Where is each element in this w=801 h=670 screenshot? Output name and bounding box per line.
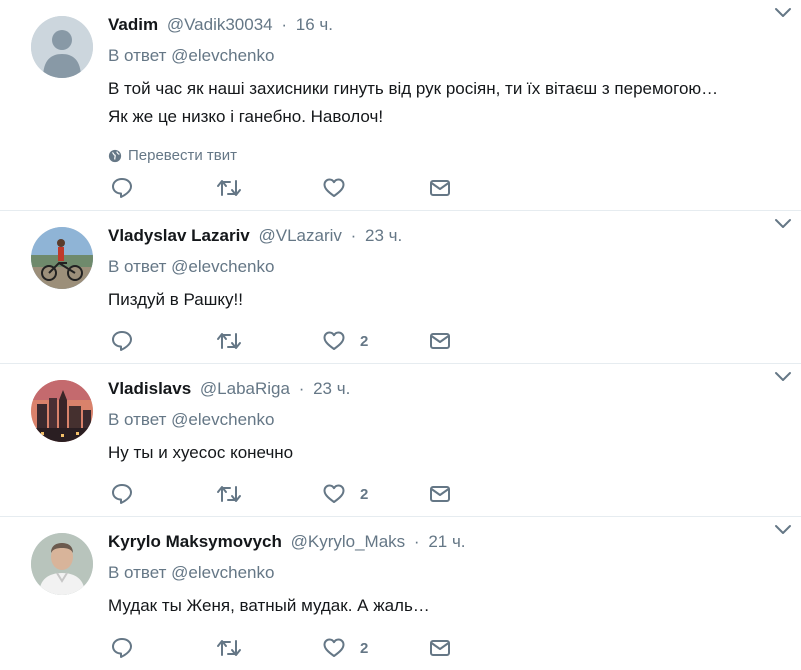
display-name[interactable]: Kyrylo Maksymovych <box>108 532 282 551</box>
direct-message-button[interactable] <box>428 482 534 506</box>
tweet-text-line: Пиздуй в Рашку!! <box>108 290 243 309</box>
reply-icon <box>112 484 132 504</box>
envelope-icon <box>430 640 450 656</box>
envelope-icon <box>430 333 450 349</box>
tweet[interactable]: Vadim @Vadik30034 · 16 ч. В ответ @elevc… <box>0 0 801 211</box>
reply-icon <box>112 638 132 658</box>
reply-context[interactable]: В ответ @elevchenko <box>108 45 771 67</box>
avatar[interactable] <box>31 380 93 442</box>
envelope-icon <box>430 486 450 502</box>
display-name[interactable]: Vladislavs <box>108 379 191 398</box>
avatar[interactable] <box>31 227 93 289</box>
separator-dot: · <box>298 379 305 398</box>
translate-tweet-link[interactable]: Перевести твит <box>108 147 771 165</box>
reply-context[interactable]: В ответ @elevchenko <box>108 409 771 431</box>
reply-button[interactable] <box>110 329 216 353</box>
user-handle[interactable]: @Vadik30034 <box>167 15 273 34</box>
tweet-text: Ну ты и хуесос конечно <box>108 439 771 467</box>
tweet-actions: 2 <box>110 482 534 506</box>
like-button[interactable] <box>322 176 428 200</box>
retweet-icon <box>217 640 241 656</box>
chevron-down-icon[interactable] <box>773 2 793 22</box>
tweet-text: Мудак ты Женя, ватный мудак. А жаль… <box>108 592 771 620</box>
chevron-down-icon[interactable] <box>773 519 793 539</box>
timestamp[interactable]: 23 ч. <box>365 226 402 245</box>
reply-feed: Vadim @Vadik30034 · 16 ч. В ответ @elevc… <box>0 0 801 670</box>
tweet-text-line: В той час як наші захисники гинуть від р… <box>108 79 719 98</box>
retweet-icon <box>217 333 241 349</box>
retweet-icon <box>217 180 241 196</box>
retweet-button[interactable] <box>216 482 322 506</box>
like-button[interactable]: 2 <box>322 482 428 506</box>
reply-context[interactable]: В ответ @elevchenko <box>108 562 771 584</box>
tweet[interactable]: Kyrylo Maksymovych @Kyrylo_Maks · 21 ч. … <box>0 517 801 670</box>
direct-message-button[interactable] <box>428 329 534 353</box>
retweet-icon <box>217 486 241 502</box>
translate-label: Перевести твит <box>128 147 237 164</box>
user-handle[interactable]: @VLazariv <box>259 226 342 245</box>
retweet-button[interactable] <box>216 636 322 660</box>
tweet-header: Vladislavs @LabaRiga · 23 ч. <box>108 377 771 401</box>
like-count: 2 <box>360 639 369 657</box>
tweet-header: Vadim @Vadik30034 · 16 ч. <box>108 13 771 37</box>
user-handle[interactable]: @LabaRiga <box>200 379 290 398</box>
tweet[interactable]: Vladislavs @LabaRiga · 23 ч. В ответ @el… <box>0 364 801 517</box>
tweet-actions: 2 <box>110 329 534 353</box>
separator-dot: · <box>413 532 420 551</box>
tweet-actions: 2 <box>110 636 534 660</box>
separator-dot: · <box>350 226 357 245</box>
heart-icon <box>323 484 345 503</box>
envelope-icon <box>430 180 450 196</box>
separator-dot: · <box>281 15 288 34</box>
chevron-down-icon[interactable] <box>773 213 793 233</box>
tweet-text-line: Мудак ты Женя, ватный мудак. А жаль… <box>108 596 430 615</box>
reply-button[interactable] <box>110 636 216 660</box>
display-name[interactable]: Vadim <box>108 15 158 34</box>
heart-icon <box>323 638 345 657</box>
chevron-down-icon[interactable] <box>773 366 793 386</box>
avatar[interactable] <box>31 533 93 595</box>
retweet-button[interactable] <box>216 329 322 353</box>
like-count: 2 <box>360 332 369 350</box>
heart-icon <box>323 178 345 197</box>
like-button[interactable]: 2 <box>322 636 428 660</box>
timestamp[interactable]: 21 ч. <box>428 532 465 551</box>
heart-icon <box>323 331 345 350</box>
retweet-button[interactable] <box>216 176 322 200</box>
like-button[interactable]: 2 <box>322 329 428 353</box>
avatar[interactable] <box>31 16 93 78</box>
tweet-text-line: Як же це низко і ганебно. Наволоч! <box>108 107 384 126</box>
direct-message-button[interactable] <box>428 176 534 200</box>
reply-button[interactable] <box>110 176 216 200</box>
tweet-text-line: Ну ты и хуесос конечно <box>108 443 294 462</box>
timestamp[interactable]: 16 ч. <box>296 15 333 34</box>
direct-message-button[interactable] <box>428 636 534 660</box>
tweet[interactable]: Vladyslav Lazariv @VLazariv · 23 ч. В от… <box>0 211 801 364</box>
timestamp[interactable]: 23 ч. <box>313 379 350 398</box>
tweet-text: В той час як наші захисники гинуть від р… <box>108 75 771 131</box>
globe-icon <box>108 149 122 163</box>
like-count: 2 <box>360 485 369 503</box>
display-name[interactable]: Vladyslav Lazariv <box>108 226 250 245</box>
reply-context[interactable]: В ответ @elevchenko <box>108 256 771 278</box>
tweet-text: Пиздуй в Рашку!! <box>108 286 771 314</box>
reply-icon <box>112 331 132 351</box>
tweet-header: Vladyslav Lazariv @VLazariv · 23 ч. <box>108 224 771 248</box>
tweet-header: Kyrylo Maksymovych @Kyrylo_Maks · 21 ч. <box>108 530 771 554</box>
reply-icon <box>112 178 132 198</box>
reply-button[interactable] <box>110 482 216 506</box>
user-handle[interactable]: @Kyrylo_Maks <box>291 532 406 551</box>
tweet-actions <box>110 176 534 200</box>
